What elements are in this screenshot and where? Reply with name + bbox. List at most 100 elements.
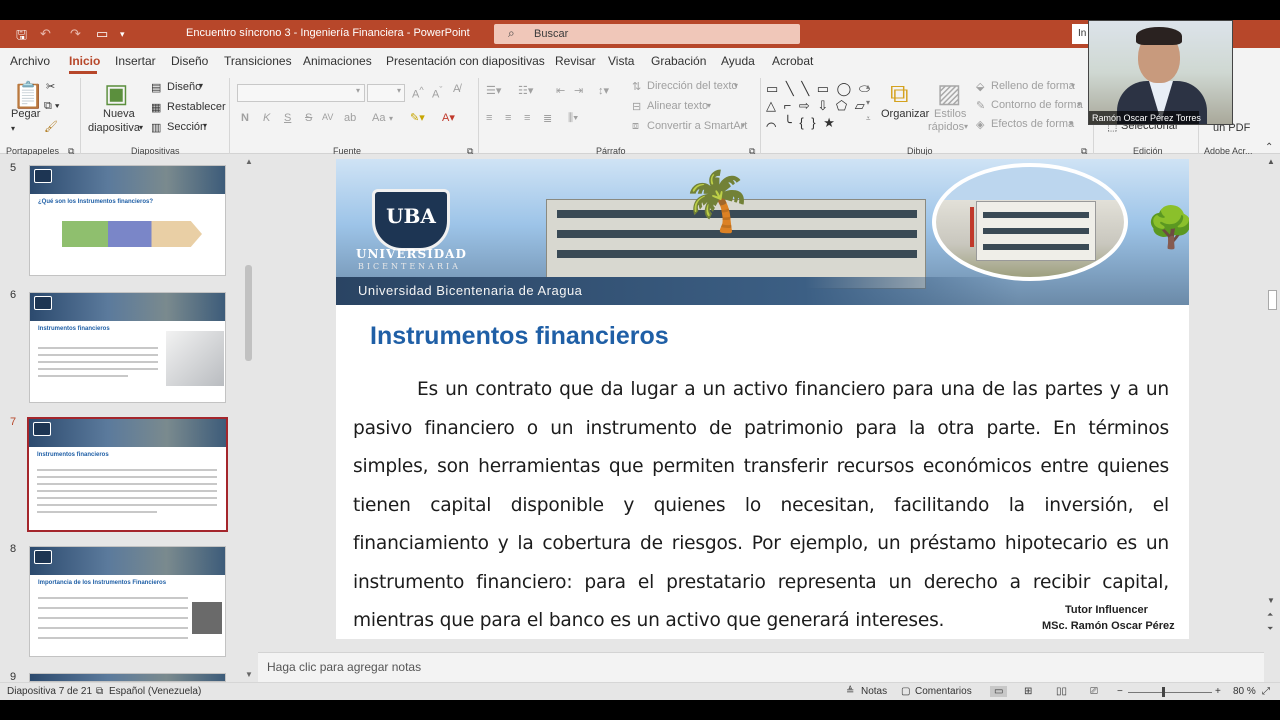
outline-dropdown-icon[interactable]: ▾	[1077, 100, 1081, 109]
align-left-icon[interactable]: ≡	[486, 112, 492, 124]
numbering-icon[interactable]: ☷▾	[518, 84, 533, 97]
shadow-icon[interactable]: ab	[344, 112, 356, 124]
bullets-icon[interactable]: ☰▾	[486, 84, 501, 97]
slide-scroll-thumb[interactable]	[1268, 290, 1277, 310]
scroll-down-icon[interactable]: ▼	[1267, 596, 1275, 605]
collapse-ribbon-icon[interactable]: ⌃	[1265, 142, 1273, 153]
arrange-icon[interactable]: ⧉	[890, 80, 909, 106]
fill-icon[interactable]: ⬙	[976, 80, 984, 93]
tab-grabacion[interactable]: Grabación	[651, 54, 706, 68]
font-color-icon[interactable]: A▾	[442, 111, 455, 124]
notes-icon[interactable]: ≜	[846, 686, 854, 697]
change-case-button[interactable]: Aa	[372, 112, 385, 124]
proofing-icon[interactable]: ⧉	[96, 686, 103, 697]
notes-button[interactable]: Notas	[861, 686, 887, 697]
strikethrough-button[interactable]: S	[305, 112, 312, 124]
comments-icon[interactable]: ▢	[901, 686, 910, 697]
smartart-button[interactable]: Convertir a SmartArt	[647, 120, 747, 132]
redo-icon[interactable]: ↷	[70, 26, 81, 42]
highlight-icon[interactable]: ✎▾	[410, 111, 425, 124]
direction-dropdown-icon[interactable]: ▾	[734, 81, 738, 90]
undo-icon[interactable]: ↶	[40, 26, 51, 42]
format-painter-icon[interactable]: 🖌	[44, 120, 58, 133]
tab-archivo[interactable]: Archivo	[10, 54, 50, 68]
tab-animaciones[interactable]: Animaciones	[303, 54, 372, 68]
thumbnails-scroll-thumb[interactable]	[245, 265, 252, 361]
layout-button[interactable]: Diseño	[167, 81, 201, 93]
comments-button[interactable]: Comentarios	[915, 686, 972, 697]
slide-thumbnail-5[interactable]: ¿Qué son los Instrumentos financieros?	[29, 165, 226, 276]
new-slide-dropdown-icon[interactable]: ▾	[139, 123, 143, 132]
section-button[interactable]: Sección	[167, 121, 206, 133]
paste-icon[interactable]: 📋	[12, 82, 44, 108]
align-right-icon[interactable]: ≡	[524, 112, 530, 124]
shape-outline-button[interactable]: Contorno de forma	[991, 99, 1083, 111]
slide-thumbnail-6[interactable]: Instrumentos financieros	[29, 292, 226, 403]
font-family-select[interactable]	[237, 84, 365, 102]
shapes-gallery[interactable]: ▭ ╲ ╲ ▭ ◯ ⬭ △ ⌐ ⇨ ⇩ ⬠ ▱ ⌒ ╰ { } ★	[766, 80, 876, 134]
tab-insertar[interactable]: Insertar	[115, 54, 156, 68]
customize-icon[interactable]: ▾	[120, 29, 125, 40]
new-slide-label[interactable]: diapositiva	[88, 122, 140, 134]
decrease-indent-icon[interactable]: ⇤	[556, 84, 565, 97]
quick-styles-label-2[interactable]: rápidos	[928, 121, 964, 133]
notes-pane[interactable]: Haga clic para agregar notas	[258, 652, 1264, 682]
shapes-more-icon[interactable]: ⩡	[866, 114, 871, 124]
char-spacing-button[interactable]: AV	[322, 112, 333, 122]
size-dropdown-icon[interactable]: ▾	[397, 86, 401, 95]
slide-body-text[interactable]: Es un contrato que da lugar a un activo …	[353, 371, 1169, 639]
zoom-in-icon[interactable]: +	[1215, 686, 1221, 697]
language-indicator[interactable]: Español (Venezuela)	[109, 686, 201, 697]
zoom-slider-thumb[interactable]	[1162, 687, 1165, 697]
increase-indent-icon[interactable]: ⇥	[574, 84, 583, 97]
reading-view-icon[interactable]: ▯▯	[1056, 686, 1067, 697]
layout-icon[interactable]: ▤	[151, 81, 161, 94]
zoom-slider[interactable]	[1128, 692, 1212, 693]
current-slide[interactable]: 🌴 🌳 UBA UNIVERSIDAD BICENTENARIA Univers…	[336, 159, 1189, 639]
slide-thumbnail-7[interactable]: Instrumentos financieros	[27, 417, 228, 532]
quick-styles-label[interactable]: Estilos	[934, 108, 966, 120]
zoom-out-icon[interactable]: −	[1117, 686, 1123, 697]
section-icon[interactable]: ▥	[151, 121, 161, 134]
text-direction-icon[interactable]: ⇅	[632, 80, 641, 93]
clear-format-icon[interactable]: A̸	[453, 83, 460, 95]
grow-font-icon[interactable]: A^	[412, 85, 424, 101]
tab-diseno[interactable]: Diseño	[171, 54, 208, 68]
fill-dropdown-icon[interactable]: ▾	[1071, 81, 1075, 90]
new-slide-button[interactable]: Nueva	[103, 108, 135, 120]
present-icon[interactable]: ▭	[96, 26, 108, 42]
tab-inicio[interactable]: Inicio	[69, 54, 100, 68]
new-slide-icon[interactable]: ▣	[104, 80, 129, 106]
scroll-down-icon[interactable]: ▼	[245, 670, 253, 679]
bold-button[interactable]: N	[241, 112, 249, 124]
tab-ayuda[interactable]: Ayuda	[721, 54, 755, 68]
layout-dropdown-icon[interactable]: ▾	[199, 81, 203, 90]
copy-icon[interactable]: ⧉ ▾	[44, 100, 60, 113]
section-dropdown-icon[interactable]: ▾	[203, 121, 207, 130]
tab-transiciones[interactable]: Transiciones	[224, 54, 292, 68]
underline-button[interactable]: S	[284, 112, 291, 124]
smartart-icon[interactable]: ⧈	[632, 120, 639, 133]
save-icon[interactable]: 🖫	[16, 26, 27, 48]
paste-dropdown-icon[interactable]: ▾	[11, 124, 15, 133]
align-text-dropdown-icon[interactable]: ▾	[707, 101, 711, 110]
normal-view-icon[interactable]: ▭	[990, 686, 1008, 697]
previous-slide-icon[interactable]: ⏶	[1267, 610, 1273, 620]
tab-presentacion[interactable]: Presentación con diapositivas	[386, 54, 545, 68]
smartart-dropdown-icon[interactable]: ▾	[741, 121, 745, 130]
italic-button[interactable]: K	[263, 112, 270, 124]
fit-slide-icon[interactable]: ⤢	[1262, 686, 1270, 697]
arrange-button[interactable]: Organizar	[881, 108, 929, 120]
font-dropdown-icon[interactable]: ▾	[356, 86, 360, 95]
align-text-icon[interactable]: ⊟	[632, 100, 641, 113]
thumbnails-scrollbar[interactable]	[243, 158, 254, 678]
tab-revisar[interactable]: Revisar	[555, 54, 596, 68]
slide-title[interactable]: Instrumentos financieros	[370, 322, 669, 351]
cut-icon[interactable]: ✂	[46, 80, 55, 93]
zoom-level[interactable]: 80 %	[1233, 686, 1256, 697]
scroll-up-icon[interactable]: ▲	[1267, 157, 1275, 166]
scroll-up-icon[interactable]: ▲	[245, 157, 253, 166]
columns-icon[interactable]: ⫼▾	[568, 112, 578, 125]
case-dropdown-icon[interactable]: ▾	[389, 114, 393, 123]
tab-vista[interactable]: Vista	[608, 54, 634, 68]
